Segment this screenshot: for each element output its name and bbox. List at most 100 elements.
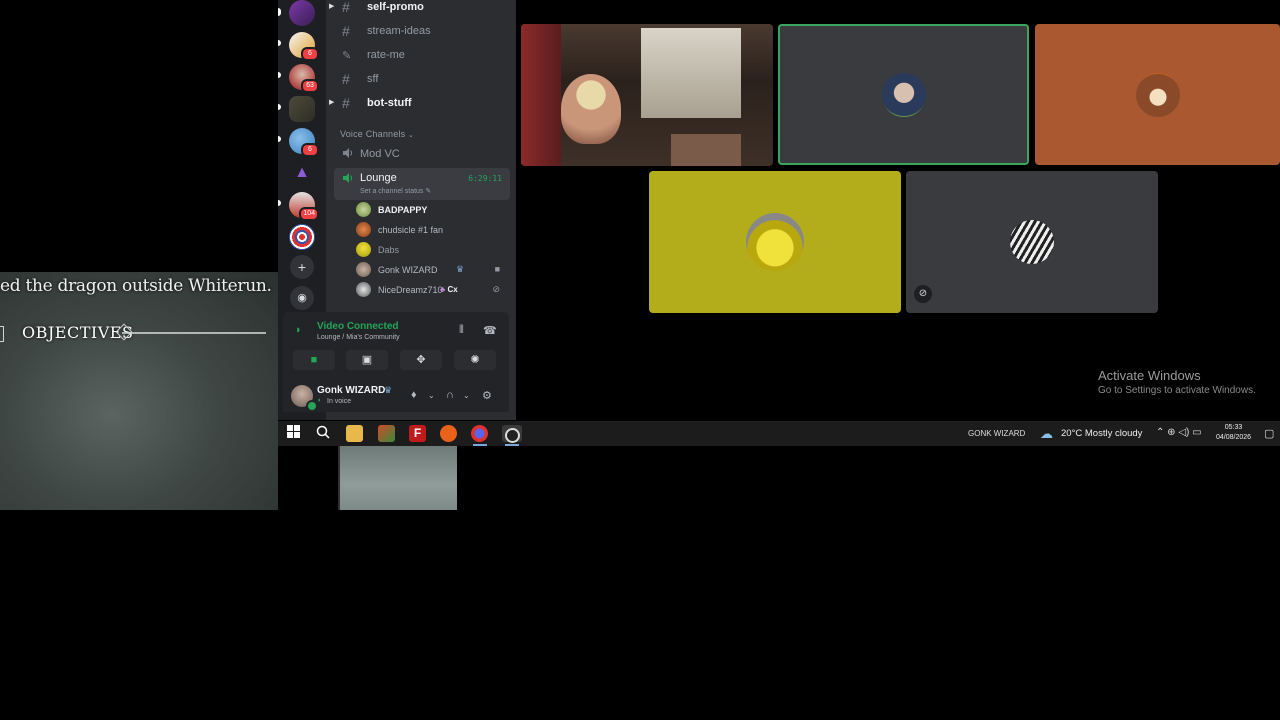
- server-icon[interactable]: [289, 224, 315, 250]
- voice-category-header[interactable]: Voice Channels ⌄: [340, 129, 414, 139]
- channel-bot-stuff[interactable]: ▶ # bot-stuff: [329, 93, 510, 115]
- channel-status-text: Set a channel status: [360, 188, 424, 195]
- avatar: [356, 202, 371, 217]
- wizard-emoji-icon: ♛: [456, 264, 465, 274]
- voice-member[interactable]: Gonk WIZARD ♛ ■: [356, 261, 506, 279]
- objectives-bracket: [0, 326, 4, 342]
- chevron-down-icon[interactable]: ⌄: [463, 391, 470, 400]
- disconnect-icon[interactable]: ☎: [483, 324, 497, 337]
- game-window-fragment: [338, 446, 457, 510]
- voice-channel-mod-vc[interactable]: Mod VC: [334, 143, 510, 165]
- voice-member[interactable]: chudsicle #1 fan: [356, 221, 506, 239]
- avatar: [881, 72, 926, 117]
- mention-badge: 6: [301, 143, 319, 157]
- video-tile-webcam[interactable]: [521, 24, 773, 166]
- mention-badge: 6: [301, 47, 319, 61]
- chevron-down-icon[interactable]: ⌄: [428, 391, 435, 400]
- activities-button[interactable]: ✥: [400, 350, 442, 370]
- server-icon[interactable]: 63: [289, 64, 319, 93]
- voice-channel-lounge[interactable]: Lounge 6:29:11 Set a channel status ✎: [334, 168, 510, 200]
- duckduckgo-icon[interactable]: [440, 425, 457, 442]
- video-tile[interactable]: ⊘: [906, 171, 1158, 313]
- weather-widget[interactable]: 20°C Mostly cloudy: [1061, 428, 1142, 439]
- voice-member[interactable]: NiceDreamz710 ♣ Cx ⊘: [356, 281, 506, 299]
- plus-icon: +: [297, 259, 307, 275]
- rail-indicator: [278, 40, 281, 46]
- channel-name: rate-me: [367, 49, 405, 61]
- server-icon[interactable]: 104: [289, 192, 319, 221]
- tag-icon: ♣: [440, 285, 446, 294]
- server-icon[interactable]: [289, 0, 315, 26]
- gear-icon[interactable]: ⚙: [482, 389, 492, 402]
- wizard-emoji-icon: ♛: [384, 385, 393, 395]
- camera-button[interactable]: ■: [293, 350, 335, 370]
- collapse-caret-icon: ▶: [329, 99, 335, 106]
- soundboard-button[interactable]: ✺: [454, 350, 496, 370]
- chevron-down-icon: ⌄: [408, 132, 415, 139]
- search-button[interactable]: [314, 425, 331, 442]
- webcam-person: [561, 74, 621, 144]
- file-explorer-icon[interactable]: [346, 425, 363, 442]
- member-name: NiceDreamz710: [378, 285, 443, 295]
- video-camera-icon: ■: [310, 354, 318, 366]
- video-camera-icon: ■: [494, 264, 500, 274]
- taskbar-clock[interactable]: 05:33 04/08/2026: [1216, 423, 1251, 443]
- user-panel: Gonk WIZARD ♛ ◗ In voice ♦ ⌄ ∩ ⌄ ⚙: [283, 380, 509, 412]
- notification-icon[interactable]: ▢: [1264, 427, 1274, 440]
- member-name: BADPAPPY: [378, 205, 428, 215]
- compass-icon: ◉: [297, 292, 307, 304]
- network-icon[interactable]: ⊕: [1167, 427, 1175, 438]
- active-app-indicator: [473, 444, 487, 446]
- voice-connection-panel: ◗ Video Connected Lounge / Mia's Communi…: [283, 312, 509, 380]
- voice-member[interactable]: Dabs: [356, 241, 506, 259]
- avatar: [356, 282, 371, 297]
- app-icon[interactable]: [378, 425, 395, 442]
- start-button[interactable]: [285, 425, 302, 442]
- voice-member[interactable]: BADPAPPY: [356, 201, 506, 219]
- channel-self-promo[interactable]: ▶ # self-promo: [329, 0, 510, 19]
- hash-icon: #: [342, 71, 350, 87]
- screen-share-icon: ▣: [361, 354, 373, 366]
- rail-indicator: [278, 104, 281, 110]
- chrome-icon[interactable]: [471, 425, 488, 442]
- hash-icon: #: [342, 23, 350, 39]
- cloud-weather-icon: ☁: [1040, 426, 1053, 441]
- server-icon[interactable]: 6: [289, 128, 319, 157]
- microphone-icon[interactable]: ♦: [411, 389, 417, 401]
- filezilla-icon[interactable]: F: [409, 425, 426, 442]
- display-icon[interactable]: ▭: [1192, 427, 1201, 438]
- pencil-icon: ✎: [425, 188, 432, 195]
- channel-sff[interactable]: # sff: [334, 69, 510, 91]
- server-icon[interactable]: 6: [289, 32, 319, 61]
- mention-badge: 63: [301, 79, 319, 93]
- headphones-icon[interactable]: ∩: [446, 389, 454, 401]
- chevron-up-icon[interactable]: ⌃: [1156, 427, 1164, 438]
- add-server-button[interactable]: +: [290, 255, 314, 279]
- server-icon[interactable]: [289, 96, 315, 122]
- video-tile[interactable]: [649, 171, 901, 313]
- video-tile[interactable]: [1035, 24, 1280, 165]
- taskbar: F GONK WIZARD ☁ 20°C Mostly cloudy ⌃ ⊕ ◁…: [278, 421, 1280, 446]
- connection-location[interactable]: Lounge / Mia's Community: [317, 334, 400, 341]
- muted-mic-icon: ⊘: [492, 284, 500, 294]
- quest-text: ed the dragon outside Whiterun.: [0, 276, 272, 296]
- connection-status[interactable]: Video Connected: [317, 321, 399, 332]
- hash-icon: #: [342, 95, 350, 111]
- noise-suppression-icon[interactable]: ⦀: [459, 324, 464, 337]
- obs-icon[interactable]: [502, 425, 522, 443]
- video-tile-speaking[interactable]: [778, 24, 1029, 165]
- rocket-server-icon[interactable]: ▲: [289, 160, 315, 186]
- activate-title: Activate Windows: [1098, 368, 1201, 383]
- volume-icon[interactable]: ◁): [1178, 427, 1189, 438]
- rail-indicator: [278, 8, 281, 16]
- clock-time: 05:33: [1224, 424, 1243, 431]
- voice-status-icon: ◗: [317, 397, 322, 404]
- avatar: [356, 262, 371, 277]
- channel-name: bot-stuff: [367, 97, 412, 109]
- active-app-indicator: [505, 444, 519, 446]
- channel-rate-me[interactable]: ✎ rate-me: [334, 45, 510, 67]
- set-channel-status-link[interactable]: Set a channel status ✎: [360, 187, 431, 195]
- screen-share-button[interactable]: ▣: [346, 350, 388, 370]
- discover-button[interactable]: ◉: [290, 286, 314, 310]
- channel-stream-ideas[interactable]: # stream-ideas: [334, 21, 510, 43]
